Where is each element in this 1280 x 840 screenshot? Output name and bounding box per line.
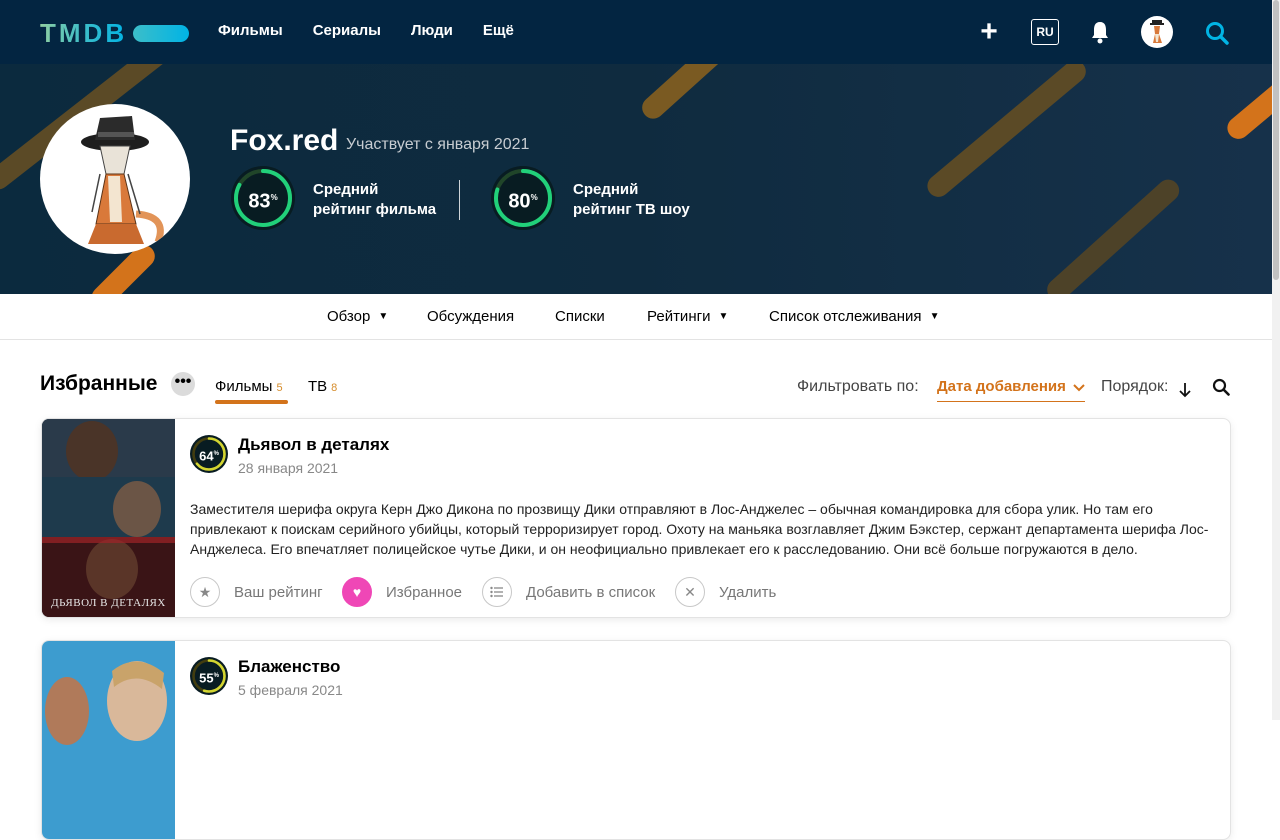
tv-rating-value: 80 [508,190,531,213]
filter-label: Фильтровать по: [797,378,919,395]
tv-rating-label-line2: рейтинг ТВ шоу [573,201,690,218]
search-icon[interactable] [1212,378,1230,396]
search-icon[interactable] [1204,20,1230,46]
movie-poster[interactable] [42,641,175,839]
tv-rating-label: Средний рейтинг ТВ шоу [573,180,690,220]
caret-down-icon: ▼ [378,311,389,322]
user-avatar[interactable] [1141,16,1173,48]
nav-link-people[interactable]: Люди [411,22,453,39]
decor-stripe [1222,75,1272,144]
order-label: Порядок: [1101,378,1169,395]
favorite-movie-card: 55% Блаженство 5 февраля 2021 [41,640,1231,840]
tv-rating-badge: 80% [491,166,555,230]
decor-stripe [1042,175,1184,294]
nav-link-more[interactable]: Ещё [483,22,514,39]
profile-subnav: Обзор ▼ Обсуждения Списки Рейтинги ▼ Списо… [0,294,1272,340]
add-to-list-button[interactable]: Добавить в список [482,577,655,607]
rating-divider [459,180,460,220]
logo-pill [133,25,190,42]
profile-header: Fox.red Участвует с января 2021 83% Сред… [0,64,1272,294]
bell-icon[interactable] [1089,20,1111,44]
star-icon: ★ [190,577,220,607]
scrollbar-thumb[interactable] [1273,0,1279,280]
tab-discussions[interactable]: Обсуждения [427,308,514,325]
decor-stripe [637,64,757,124]
profile-avatar[interactable] [40,104,190,254]
tab-ratings[interactable]: Рейтинги ▼ [647,308,728,325]
filter-dropdown[interactable]: Дата добавления [937,378,1066,395]
decor-stripe [922,64,1091,202]
movie-title[interactable]: Дьявол в деталях [238,435,389,455]
filter-underline [937,401,1085,402]
heart-icon: ♥ [342,577,372,607]
language-button[interactable]: RU [1031,19,1059,45]
caret-down-icon: ▼ [718,311,729,322]
poster-caption: ДЬЯВОЛ В ДЕТАЛЯХ [51,597,166,609]
tab-overview[interactable]: Обзор ▼ [327,308,388,325]
user-score-value: 64 [199,448,214,464]
tv-rating-label-line1: Средний [573,181,639,198]
logo-text: TMDB [40,18,128,48]
list-icon [482,577,512,607]
user-score-badge: 55% [190,657,228,695]
tab-favorites-tv[interactable]: ТВ 8 [308,378,337,395]
top-navigation: TMDB Фильмы Сериалы Люди Ещё + RU [0,0,1272,64]
movie-rating-badge: 83% [231,166,295,230]
close-icon: ✕ [675,577,705,607]
active-tab-indicator [215,400,288,404]
movie-poster[interactable]: ДЬЯВОЛ В ДЕТАЛЯХ [42,419,175,617]
tab-favorites-movies[interactable]: Фильмы 5 [215,378,283,395]
main-menu: Фильмы Сериалы Люди Ещё [218,22,514,39]
release-date: 28 января 2021 [238,460,339,476]
more-options-icon[interactable]: ••• [171,372,195,396]
movie-rating-label-line2: рейтинг фильма [313,201,437,218]
tmdb-logo[interactable]: TMDB [40,18,190,49]
plus-icon[interactable]: + [975,16,1003,48]
remove-label: Удалить [719,583,777,601]
tab-lists[interactable]: Списки [555,308,605,325]
rate-label: Ваш рейтинг [234,583,323,601]
caret-down-icon: ▼ [929,311,940,322]
profile-username: Fox.red [230,124,339,157]
favorite-label: Избранное [386,583,463,601]
tab-watchlist[interactable]: Список отслеживания ▼ [769,308,939,325]
arrow-down-icon[interactable] [1179,382,1191,398]
add-to-list-label: Добавить в список [526,583,656,601]
favorite-movie-card: ДЬЯВОЛ В ДЕТАЛЯХ 64% Дьявол в деталях 28… [41,418,1231,618]
movie-rating-value: 83 [248,190,271,213]
movie-title[interactable]: Блаженство [238,657,340,677]
chevron-down-icon[interactable] [1073,379,1085,395]
tab-count: 8 [331,382,338,394]
movie-rating-label: Средний рейтинг фильма [313,180,436,220]
movie-overview: Заместителя шерифа округа Керн Джо Дикон… [190,501,1209,557]
nav-link-tv[interactable]: Сериалы [313,22,381,39]
page-scrollbar[interactable] [1272,0,1280,720]
tab-count: 5 [276,382,283,394]
favorites-title: Избранные [40,372,158,395]
release-date: 5 февраля 2021 [238,682,343,698]
favorite-button[interactable]: ♥ Избранное [342,577,462,607]
member-since: Участвует с января 2021 [346,136,530,153]
movie-rating-label-line1: Средний [313,181,379,198]
user-score-value: 55 [199,670,214,686]
rate-button[interactable]: ★ Ваш рейтинг [190,577,323,607]
user-score-badge: 64% [190,435,228,473]
nav-link-movies[interactable]: Фильмы [218,22,283,39]
remove-button[interactable]: ✕ Удалить [675,577,776,607]
